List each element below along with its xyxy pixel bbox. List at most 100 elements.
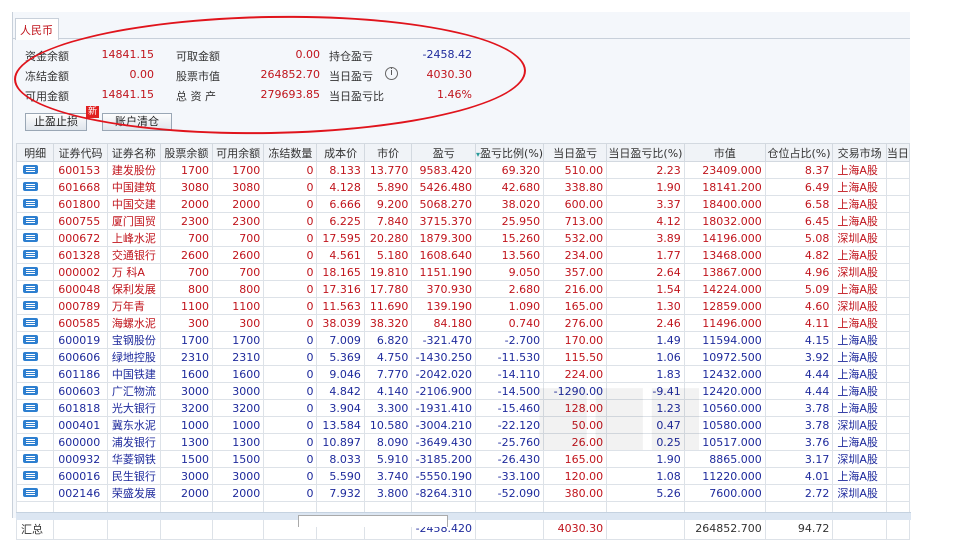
table-row[interactable]: 601818 光大银行 3200 3200 0 3.904 3.300 -1931.410 -1… bbox=[15, 399, 911, 417]
detail-cell[interactable] bbox=[15, 365, 55, 383]
cell: 601818 bbox=[53, 399, 108, 417]
cell: 1151.190 bbox=[411, 263, 477, 281]
detail-cell[interactable] bbox=[15, 433, 55, 451]
cell: 深圳A股 bbox=[832, 484, 887, 502]
column-header[interactable]: 冻结数量 bbox=[263, 143, 318, 162]
table-row[interactable]: 600000 浦发银行 1300 1300 0 10.897 8.090 -3649.430-… bbox=[15, 433, 911, 451]
summary-value: 0.00 bbox=[129, 68, 155, 81]
detail-cell[interactable] bbox=[15, 467, 55, 485]
column-header[interactable]: 市价 bbox=[363, 143, 413, 162]
total-cell bbox=[211, 517, 265, 540]
table-row[interactable]: 600048 保利发展 800 800 0 17.316 17.780 370.930 2.68… bbox=[15, 280, 911, 298]
cell bbox=[885, 246, 911, 264]
table-row[interactable]: 600606 绿地控股 2310 2310 0 5.369 4.750 -1430.250 -1… bbox=[15, 348, 911, 366]
cell: 5.09 bbox=[764, 280, 834, 298]
detail-list-icon[interactable] bbox=[23, 385, 38, 395]
column-header[interactable]: 当日盈亏比(%) bbox=[606, 143, 685, 162]
detail-list-icon[interactable] bbox=[23, 453, 38, 463]
column-header[interactable]: 成本价 bbox=[316, 143, 365, 162]
cell: 1500 bbox=[211, 450, 265, 468]
detail-cell[interactable] bbox=[15, 229, 55, 247]
detail-cell[interactable] bbox=[15, 280, 55, 298]
column-header[interactable]: 市值 bbox=[683, 143, 766, 162]
detail-list-icon[interactable] bbox=[23, 419, 38, 429]
detail-list-icon[interactable] bbox=[23, 402, 38, 412]
detail-cell[interactable] bbox=[15, 399, 55, 417]
cell: -26.430 bbox=[475, 450, 545, 468]
column-header[interactable]: 当日盈亏 bbox=[543, 143, 608, 162]
detail-cell[interactable] bbox=[15, 382, 55, 400]
detail-cell[interactable] bbox=[15, 212, 55, 230]
table-row[interactable]: 601328 交通银行 2600 2600 0 4.561 5.180 1608.640 13.… bbox=[15, 246, 911, 264]
column-header[interactable]: 仓位占比(%) bbox=[764, 143, 834, 162]
column-header[interactable]: 证券代码 bbox=[53, 143, 108, 162]
detail-list-icon[interactable] bbox=[23, 487, 38, 497]
column-header[interactable]: 证券名称 bbox=[106, 143, 161, 162]
detail-cell[interactable] bbox=[15, 331, 55, 349]
cell: -52.090 bbox=[475, 484, 545, 502]
detail-list-icon[interactable] bbox=[23, 198, 38, 208]
table-row[interactable]: 601668 中国建筑 3080 3080 0 4.128 5.890 5426.480 42.… bbox=[15, 178, 911, 196]
cell: 000789 bbox=[53, 297, 108, 315]
table-row[interactable]: 600016 民生银行 3000 3000 0 5.590 3.740 -5550.190 -3… bbox=[15, 467, 911, 485]
column-header[interactable]: ▾盈亏比例(%) bbox=[475, 143, 545, 162]
detail-list-icon[interactable] bbox=[23, 181, 38, 191]
table-row[interactable]: 601186 中国铁建 1600 1600 0 9.046 7.770 -2042.020 -1… bbox=[15, 365, 911, 383]
cell: 600585 bbox=[53, 314, 108, 332]
detail-cell[interactable] bbox=[15, 450, 55, 468]
detail-list-icon[interactable] bbox=[23, 351, 38, 361]
clear-account-button[interactable]: 账户清仓 bbox=[102, 113, 172, 131]
column-header[interactable]: 明细 bbox=[15, 143, 55, 162]
detail-list-icon[interactable] bbox=[23, 334, 38, 344]
table-row[interactable]: 000002 万 科A 700 700 0 18.165 19.810 1151.190 9.0… bbox=[15, 263, 911, 281]
column-header[interactable]: 股票余额 bbox=[159, 143, 213, 162]
cell: -2106.900 bbox=[411, 382, 477, 400]
cell: 0 bbox=[263, 416, 318, 434]
detail-list-icon[interactable] bbox=[23, 266, 38, 276]
cell: 4.15 bbox=[764, 331, 834, 349]
detail-cell[interactable] bbox=[15, 263, 55, 281]
detail-list-icon[interactable] bbox=[23, 317, 38, 327]
cell: 1300 bbox=[211, 433, 265, 451]
stop-profit-loss-button[interactable]: 止盈止损 bbox=[25, 113, 87, 131]
cell: 深圳A股 bbox=[832, 263, 887, 281]
detail-list-icon[interactable] bbox=[23, 436, 38, 446]
table-row[interactable]: 600755 厦门国贸 2300 2300 0 6.225 7.840 3715.370 25.… bbox=[15, 212, 911, 230]
detail-list-icon[interactable] bbox=[23, 249, 38, 259]
cell: 3000 bbox=[211, 382, 265, 400]
column-header[interactable]: 交易市场 bbox=[832, 143, 887, 162]
table-row[interactable]: 000789 万年青 1100 1100 0 11.563 11.690 139.190 1.0… bbox=[15, 297, 911, 315]
cell: 上海A股 bbox=[832, 195, 887, 213]
detail-list-icon[interactable] bbox=[23, 215, 38, 225]
detail-list-icon[interactable] bbox=[23, 232, 38, 242]
table-row[interactable]: 000672 上峰水泥 700 700 0 17.595 20.280 1879.300 15.… bbox=[15, 229, 911, 247]
detail-cell[interactable] bbox=[15, 195, 55, 213]
detail-cell[interactable] bbox=[15, 484, 55, 502]
table-row[interactable]: 601800 中国交建 2000 2000 0 6.666 9.200 5068.270 38.… bbox=[15, 195, 911, 213]
detail-list-icon[interactable] bbox=[23, 283, 38, 293]
horizontal-scrollbar[interactable] bbox=[16, 512, 911, 520]
detail-list-icon[interactable] bbox=[23, 470, 38, 480]
detail-cell[interactable] bbox=[15, 314, 55, 332]
table-row[interactable]: 000401 冀东水泥 1000 1000 0 13.584 10.580 -3004.210… bbox=[15, 416, 911, 434]
detail-cell[interactable] bbox=[15, 297, 55, 315]
column-header[interactable]: 可用余额 bbox=[211, 143, 265, 162]
detail-cell[interactable] bbox=[15, 246, 55, 264]
column-header[interactable]: 当日 bbox=[885, 143, 911, 162]
detail-list-icon[interactable] bbox=[23, 300, 38, 310]
detail-list-icon[interactable] bbox=[23, 164, 38, 174]
detail-list-icon[interactable] bbox=[23, 368, 38, 378]
table-row[interactable]: 600603 广汇物流 3000 3000 0 4.842 4.140 -2106.900 -1… bbox=[15, 382, 911, 400]
detail-cell[interactable] bbox=[15, 348, 55, 366]
detail-cell[interactable] bbox=[15, 178, 55, 196]
table-row[interactable]: 002146 荣盛发展 2000 2000 0 7.932 3.800 -8264.310 -5… bbox=[15, 484, 911, 502]
tab-rmb[interactable]: 人民币 bbox=[15, 18, 59, 40]
table-row[interactable]: 600585 海螺水泥 300 300 0 38.039 38.320 84.180 0.740… bbox=[15, 314, 911, 332]
detail-cell[interactable] bbox=[15, 161, 55, 179]
detail-cell[interactable] bbox=[15, 416, 55, 434]
table-row[interactable]: 000932 华菱钢铁 1500 1500 0 8.033 5.910 -3185.200 -2… bbox=[15, 450, 911, 468]
table-row[interactable]: 600153 建发股份 1700 1700 0 8.133 13.770 9583.420 69… bbox=[15, 161, 911, 179]
table-row[interactable]: 600019 宝钢股份 1700 1700 0 7.009 6.820 -321.470 -2.… bbox=[15, 331, 911, 349]
info-icon[interactable]: i bbox=[385, 67, 398, 80]
column-header[interactable]: 盈亏 bbox=[411, 143, 477, 162]
